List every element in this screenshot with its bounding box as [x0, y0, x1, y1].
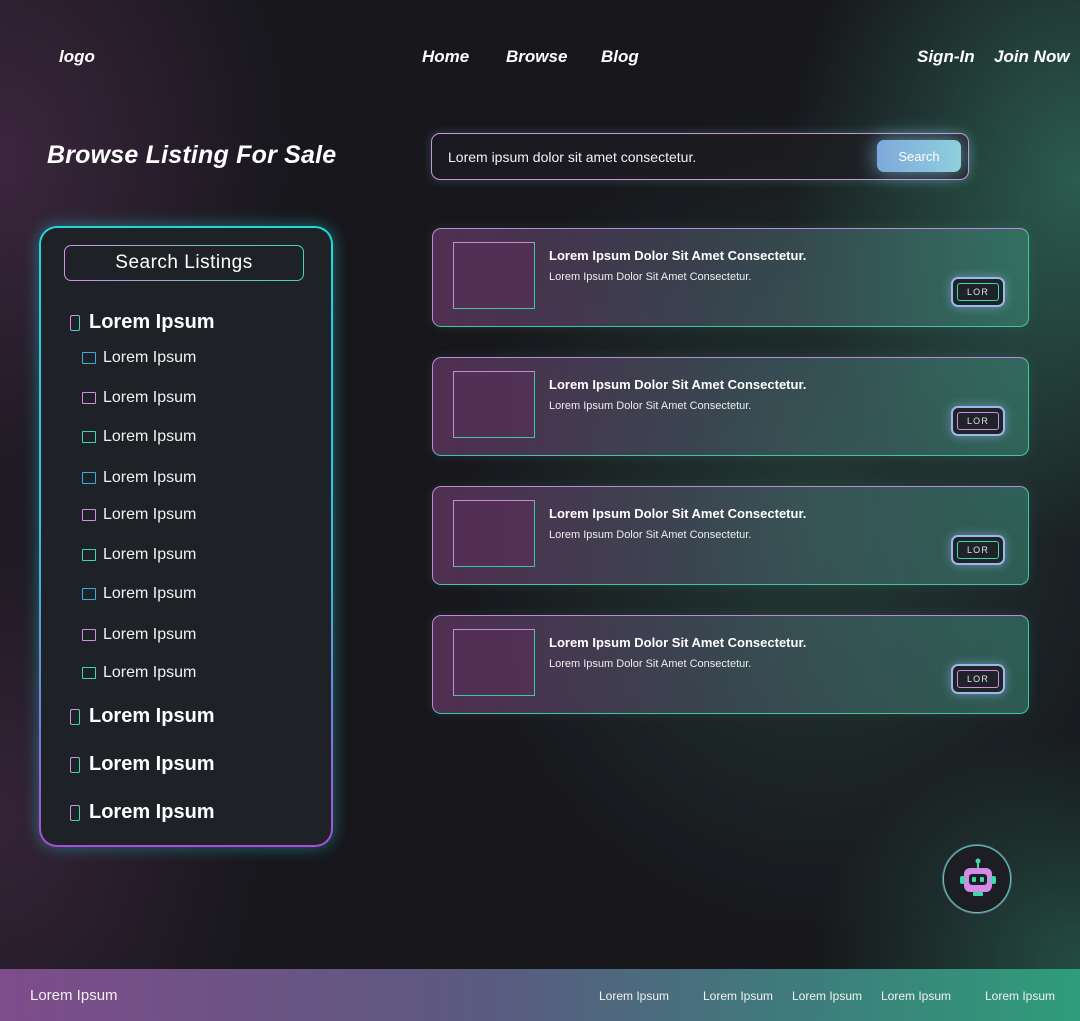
- filter-item[interactable]: Lorem Ipsum: [82, 546, 196, 564]
- category-box-icon: [70, 756, 80, 773]
- listing-tag-button[interactable]: LOR: [951, 664, 1005, 694]
- filter-item[interactable]: Lorem Ipsum: [82, 585, 196, 603]
- filter-item-label: Lorem Ipsum: [103, 349, 197, 366]
- footer-link[interactable]: Lorem Ipsum: [792, 989, 862, 1003]
- listing-tag-button[interactable]: LOR: [951, 535, 1005, 565]
- page-title: Browse Listing For Sale: [47, 141, 337, 169]
- listing-description: Lorem Ipsum Dolor Sit Amet Consectetur.: [549, 658, 752, 670]
- footer-link[interactable]: Lorem Ipsum: [985, 989, 1055, 1003]
- nav-home[interactable]: Home: [422, 47, 469, 67]
- checkbox-icon[interactable]: [82, 509, 96, 521]
- listing-tag-label: LOR: [957, 541, 999, 559]
- category-toggle[interactable]: Lorem Ipsum: [70, 801, 215, 824]
- listing-thumbnail: [453, 371, 535, 438]
- category-label: Lorem Ipsum: [89, 311, 215, 333]
- listing-title: Lorem Ipsum Dolor Sit Amet Consectetur.: [549, 248, 807, 263]
- checkbox-icon[interactable]: [82, 667, 96, 679]
- listing-tag-label: LOR: [957, 412, 999, 430]
- category-label: Lorem Ipsum: [89, 801, 215, 823]
- filter-item[interactable]: Lorem Ipsum: [82, 506, 196, 524]
- category-box-icon: [70, 708, 80, 725]
- listing-description: Lorem Ipsum Dolor Sit Amet Consectetur.: [549, 400, 752, 412]
- search-bar: Search: [431, 133, 969, 180]
- listing-tag-label: LOR: [957, 670, 999, 688]
- checkbox-icon[interactable]: [82, 352, 96, 364]
- listing-title: Lorem Ipsum Dolor Sit Amet Consectetur.: [549, 506, 807, 521]
- sign-in-link[interactable]: Sign-In: [917, 47, 975, 67]
- category-toggle[interactable]: Lorem Ipsum: [70, 753, 215, 776]
- listing-card[interactable]: Lorem Ipsum Dolor Sit Amet Consectetur. …: [432, 228, 1029, 327]
- listing-title: Lorem Ipsum Dolor Sit Amet Consectetur.: [549, 635, 807, 650]
- checkbox-icon[interactable]: [82, 629, 96, 641]
- listing-tag-label: LOR: [957, 283, 999, 301]
- footer-link[interactable]: Lorem Ipsum: [703, 989, 773, 1003]
- robot-icon: [960, 858, 996, 896]
- search-button[interactable]: Search: [877, 140, 961, 172]
- filter-item[interactable]: Lorem Ipsum: [82, 469, 196, 487]
- sidebar-search-wrap: [64, 245, 304, 281]
- listing-description: Lorem Ipsum Dolor Sit Amet Consectetur.: [549, 271, 752, 283]
- nav-blog[interactable]: Blog: [601, 47, 639, 67]
- listing-card[interactable]: Lorem Ipsum Dolor Sit Amet Consectetur. …: [432, 357, 1029, 456]
- logo[interactable]: logo: [59, 47, 95, 67]
- filter-item-label: Lorem Ipsum: [103, 469, 197, 486]
- footer-link[interactable]: Lorem Ipsum: [599, 989, 669, 1003]
- listing-tag-button[interactable]: LOR: [951, 277, 1005, 307]
- filter-item-label: Lorem Ipsum: [103, 546, 197, 563]
- footer: Lorem Ipsum Lorem Ipsum Lorem Ipsum Lore…: [0, 969, 1080, 1021]
- filter-item[interactable]: Lorem Ipsum: [82, 389, 196, 407]
- footer-brand: Lorem Ipsum: [30, 987, 118, 1004]
- filter-item[interactable]: Lorem Ipsum: [82, 428, 196, 446]
- filter-item[interactable]: Lorem Ipsum: [82, 626, 196, 644]
- footer-link[interactable]: Lorem Ipsum: [881, 989, 951, 1003]
- sidebar-search-input[interactable]: [65, 246, 303, 280]
- listing-card[interactable]: Lorem Ipsum Dolor Sit Amet Consectetur. …: [432, 486, 1029, 585]
- checkbox-icon[interactable]: [82, 431, 96, 443]
- join-now-link[interactable]: Join Now: [994, 47, 1070, 67]
- nav-browse[interactable]: Browse: [506, 47, 567, 67]
- checkbox-icon[interactable]: [82, 472, 96, 484]
- filter-item-label: Lorem Ipsum: [103, 506, 197, 523]
- listing-thumbnail: [453, 242, 535, 309]
- search-input[interactable]: [448, 146, 868, 168]
- listing-card[interactable]: Lorem Ipsum Dolor Sit Amet Consectetur. …: [432, 615, 1029, 714]
- listing-thumbnail: [453, 629, 535, 696]
- category-label: Lorem Ipsum: [89, 705, 215, 727]
- filter-item-label: Lorem Ipsum: [103, 664, 197, 681]
- category-box-icon: [70, 804, 80, 821]
- sidebar-inner: Lorem Ipsum Lorem Ipsum Lorem Ipsum Lore…: [41, 228, 331, 845]
- filter-item-label: Lorem Ipsum: [103, 428, 197, 445]
- category-label: Lorem Ipsum: [89, 753, 215, 775]
- filter-item[interactable]: Lorem Ipsum: [82, 349, 196, 367]
- checkbox-icon[interactable]: [82, 392, 96, 404]
- filter-item-label: Lorem Ipsum: [103, 585, 197, 602]
- chatbot-button[interactable]: [943, 845, 1011, 913]
- category-toggle[interactable]: Lorem Ipsum: [70, 311, 215, 334]
- category-box-icon: [70, 314, 80, 331]
- filter-item-label: Lorem Ipsum: [103, 389, 197, 406]
- sidebar-filter-panel: Lorem Ipsum Lorem Ipsum Lorem Ipsum Lore…: [39, 226, 333, 847]
- filter-item[interactable]: Lorem Ipsum: [82, 664, 196, 682]
- listing-description: Lorem Ipsum Dolor Sit Amet Consectetur.: [549, 529, 752, 541]
- filter-item-label: Lorem Ipsum: [103, 626, 197, 643]
- checkbox-icon[interactable]: [82, 588, 96, 600]
- checkbox-icon[interactable]: [82, 549, 96, 561]
- listing-tag-button[interactable]: LOR: [951, 406, 1005, 436]
- category-toggle[interactable]: Lorem Ipsum: [70, 705, 215, 728]
- listing-title: Lorem Ipsum Dolor Sit Amet Consectetur.: [549, 377, 807, 392]
- listing-thumbnail: [453, 500, 535, 567]
